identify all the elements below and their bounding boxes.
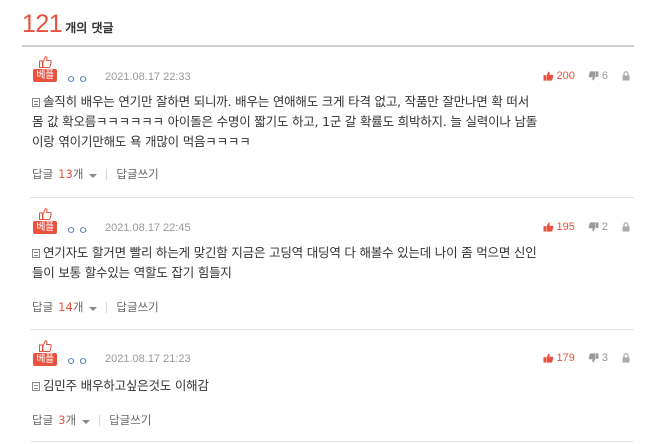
comment-date: 2021.08.17 22:33 bbox=[105, 71, 191, 83]
caret-down-icon bbox=[89, 174, 98, 178]
separator bbox=[106, 168, 108, 180]
vote-group: 195 2 bbox=[543, 221, 630, 233]
lock-icon[interactable] bbox=[622, 71, 630, 81]
reply-row: 답글 14개 답글쓰기 bbox=[32, 299, 159, 315]
downvote-button[interactable]: 2 bbox=[588, 221, 608, 233]
comment-divider bbox=[30, 441, 634, 442]
nickname[interactable]: ㅇㅇ bbox=[66, 71, 90, 87]
upvote-count: 179 bbox=[556, 352, 575, 364]
separator bbox=[106, 301, 108, 313]
reply-row: 답글 3개 답글쓰기 bbox=[32, 412, 151, 428]
reply-row: 답글 13개 답글쓰기 bbox=[32, 166, 159, 182]
thumbs-up-icon bbox=[38, 208, 52, 220]
comment-header: 121 개의 댓글 bbox=[22, 10, 114, 46]
thumbs-up-icon bbox=[543, 353, 553, 363]
write-reply-button[interactable]: 답글쓰기 bbox=[109, 412, 151, 428]
downvote-button[interactable]: 6 bbox=[588, 70, 608, 82]
reply-toggle[interactable]: 답글 3개 bbox=[32, 412, 91, 428]
thumbs-down-icon bbox=[588, 222, 599, 232]
thumbs-up-icon bbox=[38, 56, 52, 68]
comment-date: 2021.08.17 22:45 bbox=[105, 222, 191, 234]
best-badge: 베플 bbox=[33, 56, 57, 82]
vote-group: 179 3 bbox=[543, 352, 630, 364]
vote-group: 200 6 bbox=[543, 70, 630, 82]
separator bbox=[99, 414, 101, 426]
write-reply-button[interactable]: 답글쓰기 bbox=[116, 166, 158, 182]
downvote-count: 2 bbox=[601, 221, 608, 233]
upvote-button[interactable]: 179 bbox=[543, 352, 575, 364]
reply-count: 13 bbox=[58, 167, 73, 181]
thumbs-up-icon bbox=[543, 222, 553, 232]
comment-count-label: 개의 댓글 bbox=[65, 21, 114, 35]
nickname[interactable]: ㅇㅇ bbox=[66, 222, 90, 238]
reply-count: 14 bbox=[58, 300, 73, 314]
caret-down-icon bbox=[89, 307, 98, 311]
upvote-button[interactable]: 200 bbox=[543, 70, 575, 82]
best-badge: 베플 bbox=[33, 340, 57, 366]
document-icon bbox=[32, 382, 40, 391]
comment-body: 솔직히 배우는 연기만 잘하면 되니까. 배우는 연애해도 크게 타격 없고, … bbox=[32, 94, 538, 149]
comment-item: 베플 ㅇㅇ 2021.08.17 21:23 179 3 김민주 배우하고싶은것… bbox=[22, 330, 634, 442]
comment-body: 김민주 배우하고싶은것도 이해감 bbox=[32, 376, 622, 396]
lock-icon[interactable] bbox=[622, 353, 630, 363]
best-badge: 베플 bbox=[33, 208, 57, 234]
comment-date: 2021.08.17 21:23 bbox=[105, 353, 191, 365]
comment-count: 121 bbox=[22, 10, 63, 38]
thumbs-up-icon bbox=[38, 340, 52, 352]
caret-down-icon bbox=[82, 420, 91, 424]
comment-body: 연기자도 할거면 빨리 하는게 맞긴함 지금은 고딩역 대딩역 다 해볼수 있는… bbox=[32, 245, 537, 280]
upvote-button[interactable]: 195 bbox=[543, 221, 575, 233]
nickname[interactable]: ㅇㅇ bbox=[66, 353, 90, 369]
reply-count: 3 bbox=[58, 413, 66, 427]
downvote-count: 3 bbox=[601, 352, 608, 364]
thumbs-down-icon bbox=[588, 71, 599, 81]
document-icon bbox=[32, 249, 40, 258]
comment-item: 베플 ㅇㅇ 2021.08.17 22:33 200 6 솔직히 배우는 연기만… bbox=[22, 48, 634, 198]
downvote-button[interactable]: 3 bbox=[588, 352, 608, 364]
upvote-count: 200 bbox=[556, 70, 575, 82]
upvote-count: 195 bbox=[556, 221, 575, 233]
reply-toggle[interactable]: 답글 13개 bbox=[32, 166, 98, 182]
comment-item: 베플 ㅇㅇ 2021.08.17 22:45 195 2 연기자도 할거면 빨리… bbox=[22, 198, 634, 330]
header-divider bbox=[22, 45, 634, 47]
reply-toggle[interactable]: 답글 14개 bbox=[32, 299, 98, 315]
thumbs-down-icon bbox=[588, 353, 599, 363]
write-reply-button[interactable]: 답글쓰기 bbox=[116, 299, 158, 315]
lock-icon[interactable] bbox=[622, 222, 630, 232]
document-icon bbox=[32, 98, 40, 107]
thumbs-up-icon bbox=[543, 71, 553, 81]
downvote-count: 6 bbox=[601, 70, 608, 82]
